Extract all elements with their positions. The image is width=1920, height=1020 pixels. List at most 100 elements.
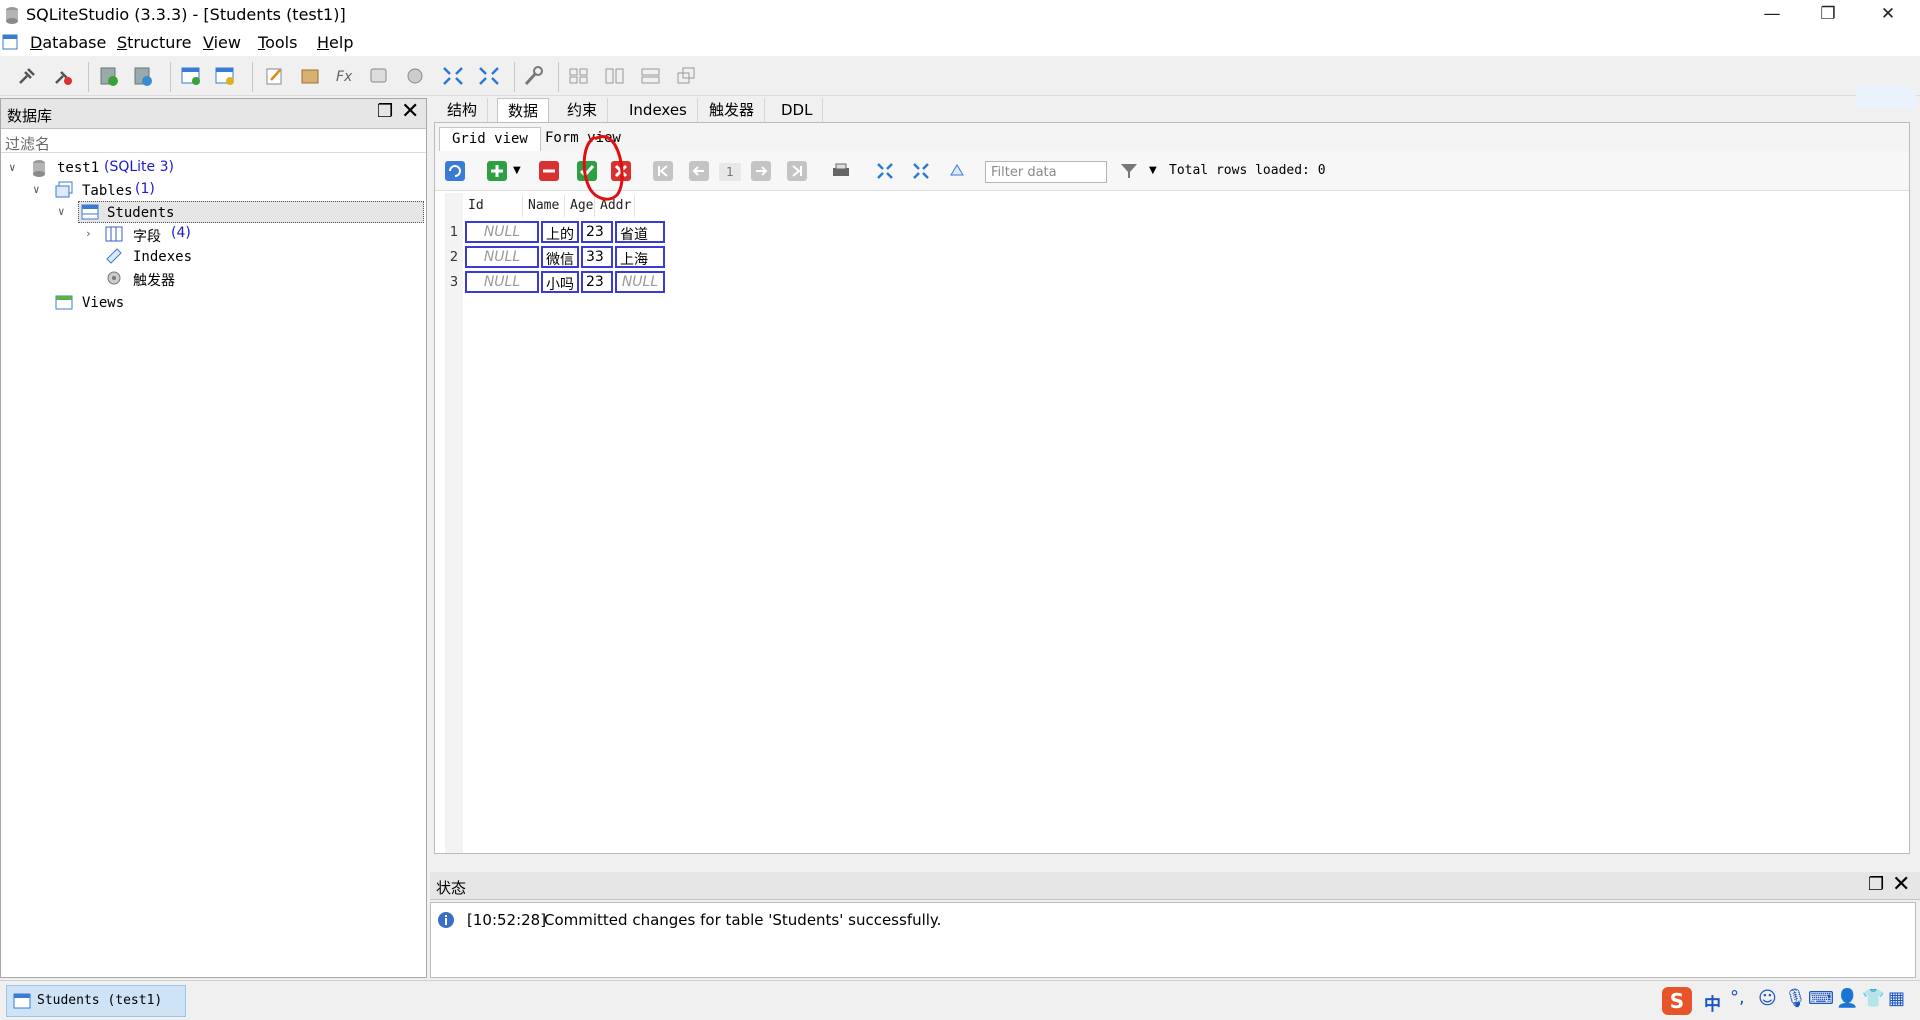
window-taskbar: Students (test1) S 中 °, ☺ 🎙 ⌨ 👤 👕 ▦ — [0, 980, 1920, 1020]
filter-dropdown-icon[interactable]: ▼ — [1149, 165, 1157, 176]
minimize-button[interactable]: — — [1744, 0, 1800, 30]
cell-age[interactable]: 23 — [581, 221, 613, 243]
last-page-button[interactable] — [787, 161, 807, 181]
filter-data-input[interactable]: Filter data — [985, 161, 1107, 183]
cell-addr[interactable]: 上海 — [615, 246, 665, 268]
refresh-button[interactable] — [445, 161, 465, 181]
edit-db-button[interactable] — [130, 64, 156, 88]
tile-vertical-button[interactable] — [638, 64, 664, 88]
ime-logo-icon[interactable]: S — [1662, 987, 1692, 1015]
tree-filter-input[interactable]: 过滤名 — [1, 131, 426, 153]
user-icon[interactable]: 👤 — [1836, 988, 1858, 1009]
ime-mode[interactable]: 中 — [1704, 990, 1721, 1015]
sql-editor-button[interactable] — [262, 64, 288, 88]
config-button[interactable] — [520, 64, 546, 88]
index-icon — [106, 248, 122, 264]
functions-button[interactable]: Fx — [332, 64, 358, 88]
tab-ddl[interactable]: DDL — [771, 98, 824, 122]
tree-item-indexes[interactable]: Indexes — [1, 245, 426, 267]
tab-structure[interactable]: 结构 — [437, 98, 489, 122]
rows-icon — [641, 68, 660, 84]
cell-addr[interactable]: 省道 — [615, 221, 665, 243]
row-number: 3 — [449, 275, 459, 290]
menu-database[interactable]: Database — [30, 33, 106, 52]
prev-page-button[interactable] — [689, 161, 709, 181]
database-panel: 数据库 ❐ ✕ 过滤名 ∨ test1 (SQLite 3) ∨ Tables … — [0, 98, 427, 978]
print-button[interactable] — [831, 161, 851, 181]
populate-button[interactable] — [947, 161, 967, 181]
cell-name[interactable]: 微信 — [541, 246, 579, 268]
menu-help[interactable]: Help — [317, 33, 353, 52]
extensions-button[interactable] — [402, 64, 428, 88]
tree-item-triggers[interactable]: 触发器 — [1, 267, 426, 289]
tree-item-columns[interactable]: › 字段 (4) — [1, 223, 426, 245]
cell-name[interactable]: 上的 — [541, 221, 579, 243]
tab-triggers[interactable]: 触发器 — [699, 98, 766, 122]
expand-arrow-icon[interactable]: › — [85, 227, 92, 240]
tile-horizontal-button[interactable] — [602, 64, 628, 88]
tree-item-views[interactable]: Views — [1, 291, 426, 313]
import-button[interactable] — [440, 64, 466, 88]
punctuation-icon[interactable]: °, — [1730, 987, 1745, 1008]
table-window-tabs: 结构 数据 约束 Indexes 触发器 DDL — [437, 98, 1920, 122]
insert-dropdown-icon[interactable]: ▼ — [513, 165, 521, 176]
cell-id[interactable]: NULL — [465, 221, 539, 243]
menu-tools[interactable]: Tools — [258, 33, 297, 52]
add-db-button[interactable] — [96, 64, 122, 88]
collapse-arrow-icon[interactable]: ∨ — [58, 205, 65, 218]
tab-constraints[interactable]: 约束 — [557, 98, 609, 122]
column-header-name[interactable]: Name — [523, 195, 565, 217]
tab-grid-view[interactable]: Grid view — [439, 127, 541, 151]
collations-button[interactable] — [366, 64, 392, 88]
close-panel-icon[interactable]: ✕ — [401, 99, 419, 124]
delete-row-button[interactable] — [539, 161, 559, 181]
cell-id[interactable]: NULL — [465, 271, 539, 293]
cell-id[interactable]: NULL — [465, 246, 539, 268]
import-icon — [877, 163, 893, 179]
insert-row-button[interactable] — [487, 161, 507, 181]
menu-structure[interactable]: Structure — [117, 33, 191, 52]
tree-item-tables[interactable]: ∨ Tables (1) — [1, 179, 426, 201]
cascade-windows-button[interactable] — [674, 64, 700, 88]
next-page-button[interactable] — [751, 161, 771, 181]
cell-addr[interactable]: NULL — [615, 271, 665, 293]
annotation-circle — [582, 135, 624, 201]
edit-table-button[interactable] — [212, 64, 238, 88]
export-button[interactable] — [476, 64, 502, 88]
collapse-arrow-icon[interactable]: ∨ — [9, 161, 16, 174]
cell-age[interactable]: 33 — [581, 246, 613, 268]
tab-data[interactable]: 数据 — [497, 98, 550, 122]
first-page-button[interactable] — [653, 161, 673, 181]
collapse-arrow-icon[interactable]: ∨ — [33, 183, 40, 196]
import-data-button[interactable] — [875, 161, 895, 181]
tree-item-db[interactable]: ∨ test1 (SQLite 3) — [1, 157, 426, 179]
tree-item-students[interactable]: ∨ Students — [1, 201, 426, 223]
close-window-button[interactable]: ✕ — [1860, 0, 1916, 30]
export-icon — [479, 67, 499, 85]
keyboard-icon[interactable]: ⌨ — [1808, 988, 1834, 1009]
emoji-icon[interactable]: ☺ — [1758, 988, 1777, 1009]
column-header-id[interactable]: Id — [463, 195, 523, 217]
tile-windows-button[interactable] — [566, 64, 592, 88]
toolbox-icon[interactable]: ▦ — [1888, 988, 1905, 1009]
float-status-icon[interactable]: ❐ — [1868, 874, 1884, 895]
close-status-icon[interactable]: ✕ — [1892, 872, 1910, 897]
connect-db-button[interactable] — [14, 64, 40, 88]
status-time: [10:52:28] — [467, 911, 547, 929]
float-panel-icon[interactable]: ❐ — [377, 101, 393, 122]
tab-indexes[interactable]: Indexes — [619, 98, 698, 122]
cell-age[interactable]: 23 — [581, 271, 613, 293]
disconnect-db-button[interactable] — [50, 64, 76, 88]
export-data-button[interactable] — [911, 161, 931, 181]
menu-view[interactable]: View — [203, 33, 241, 52]
new-table-button[interactable] — [178, 64, 204, 88]
cell-name[interactable]: 小吗 — [541, 271, 579, 293]
restore-button[interactable]: ❐ — [1800, 0, 1856, 30]
page-number[interactable]: 1 — [719, 163, 741, 181]
filter-button[interactable] — [1119, 161, 1139, 181]
window-task-button[interactable]: Students (test1) — [6, 985, 186, 1017]
microphone-icon[interactable]: 🎙 — [1784, 988, 1807, 1009]
ddl-history-button[interactable] — [298, 64, 324, 88]
database-panel-header: 数据库 ❐ ✕ — [1, 99, 426, 129]
skin-icon[interactable]: 👕 — [1862, 988, 1884, 1009]
